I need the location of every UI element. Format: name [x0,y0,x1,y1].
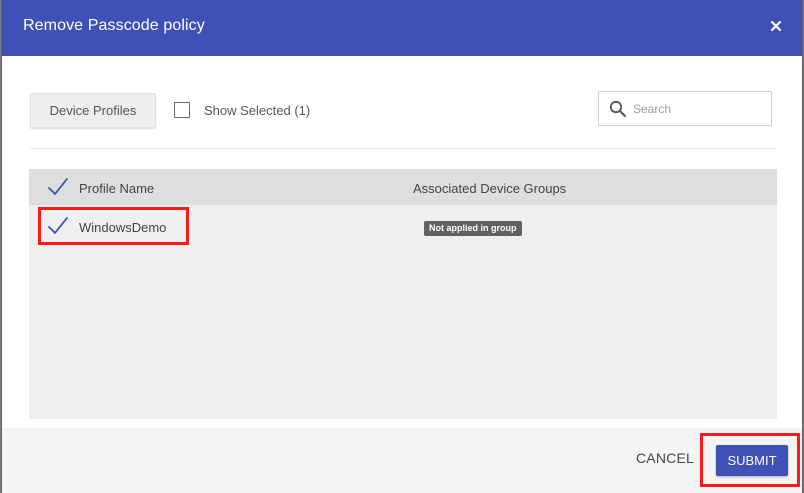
remove-passcode-policy-dialog: Remove Passcode policy Device Profiles S… [2,0,802,493]
column-header-profile-name[interactable]: Profile Name [79,181,154,196]
column-header-associated-device-groups[interactable]: Associated Device Groups [413,181,566,196]
show-selected-toggle[interactable]: Show Selected (1) [174,100,310,120]
submit-button[interactable]: SUBMIT [716,445,788,476]
profiles-table: Profile Name Associated Device Groups Wi… [29,169,777,419]
select-all-check-icon[interactable] [47,177,69,197]
show-selected-checkbox[interactable] [174,102,190,118]
annotation-highlight-box [38,207,189,245]
close-icon[interactable] [765,15,787,37]
dialog-title: Remove Passcode policy [23,17,205,34]
cancel-button[interactable]: CANCEL [636,450,694,472]
device-profiles-button[interactable]: Device Profiles [30,93,156,128]
search-input[interactable] [633,98,765,120]
search-icon [609,100,627,118]
toolbar-divider [30,148,776,149]
show-selected-label: Show Selected (1) [204,102,311,118]
group-status-badge: Not applied in group [424,221,522,236]
table-row[interactable]: WindowsDemo Not applied in group [29,205,777,249]
dialog-footer: CANCEL SUBMIT [2,428,802,493]
dialog-header: Remove Passcode policy [2,0,802,56]
search-box[interactable] [598,91,772,126]
table-header: Profile Name Associated Device Groups [29,169,777,205]
